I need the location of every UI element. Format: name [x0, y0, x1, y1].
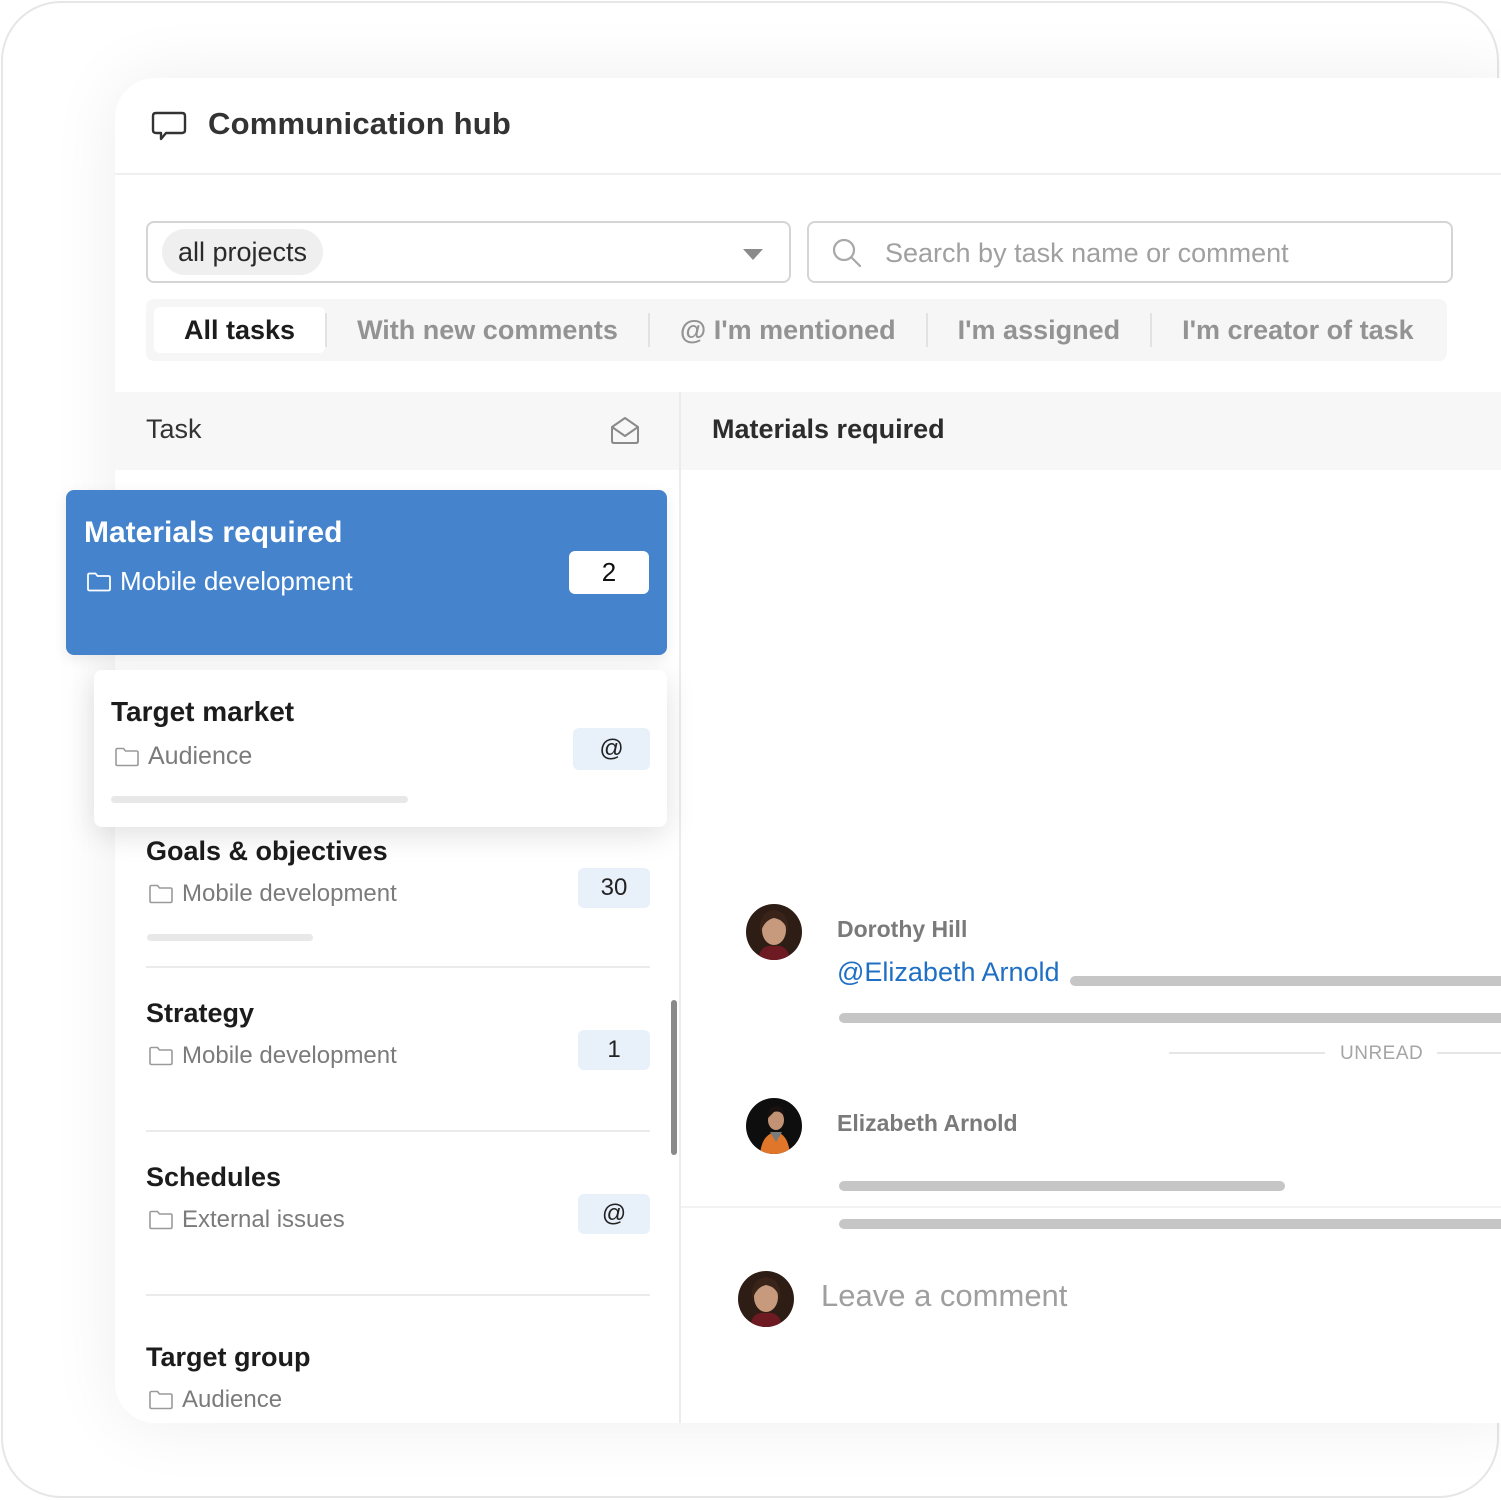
detail-title: Materials required — [712, 414, 945, 444]
search-input[interactable] — [885, 231, 1435, 275]
unread-count-badge: 2 — [569, 551, 649, 594]
unread-divider-line — [1169, 1052, 1325, 1054]
task-row-hovered[interactable]: Target market Audience @ — [94, 670, 667, 827]
row-divider — [146, 1130, 650, 1132]
task-title: Goals & objectives — [146, 836, 388, 866]
envelope-open-icon[interactable] — [609, 414, 641, 446]
task-project-name: Mobile development — [182, 1042, 397, 1069]
task-title: Materials required — [84, 516, 343, 549]
comment-text-placeholder — [1070, 976, 1501, 986]
mention-badge: @ — [573, 728, 650, 770]
task-title: Strategy — [146, 998, 255, 1028]
avatar-dorothy-hill — [746, 904, 802, 960]
unread-divider-line — [1437, 1052, 1501, 1054]
task-project: Mobile development — [86, 566, 353, 597]
task-project: Mobile development — [148, 880, 397, 908]
tab-im-assigned[interactable]: I'm assigned — [928, 307, 1150, 353]
task-column-label: Task — [146, 414, 202, 444]
avatar-image — [746, 1098, 802, 1154]
current-user-avatar — [738, 1271, 794, 1327]
task-row[interactable]: Goals & objectives Mobile development 30 — [146, 836, 650, 946]
unread-count-badge: 1 — [578, 1030, 650, 1070]
avatar-image — [738, 1271, 794, 1327]
avatar-image — [746, 904, 802, 960]
folder-icon — [87, 572, 111, 591]
tab-all-tasks[interactable]: All tasks — [154, 307, 326, 353]
chevron-down-icon[interactable] — [743, 249, 763, 260]
task-project-name: Mobile development — [182, 880, 397, 907]
row-divider — [146, 966, 650, 968]
detail-header: Materials required — [681, 392, 1501, 470]
task-project-name: Audience — [182, 1386, 283, 1413]
task-title: Target group — [146, 1342, 311, 1372]
comment-author: Elizabeth Arnold — [837, 1110, 1018, 1136]
comment-footer-divider — [681, 1206, 1501, 1208]
search-icon — [832, 238, 862, 268]
folder-icon — [149, 1046, 173, 1066]
comment-input[interactable] — [821, 1266, 1461, 1326]
comment-text-placeholder — [839, 1013, 1501, 1023]
task-list-scrollbar[interactable] — [671, 1000, 677, 1155]
task-project-name: External issues — [182, 1206, 345, 1233]
task-project: Audience — [114, 742, 252, 771]
folder-icon — [149, 1210, 173, 1230]
task-title: Schedules — [146, 1162, 282, 1192]
task-project-name: Audience — [148, 742, 253, 770]
unread-label: UNREAD — [1340, 1043, 1424, 1064]
task-row-selected[interactable]: Materials required Mobile development 2 — [66, 490, 667, 655]
task-row[interactable]: Strategy Mobile development 1 — [146, 998, 650, 1108]
mention-link[interactable]: @Elizabeth Arnold — [837, 957, 1060, 988]
folder-icon — [115, 747, 139, 766]
placeholder-bar — [147, 934, 313, 941]
search-box[interactable] — [807, 221, 1453, 283]
comment-thread: Dorothy Hill @Elizabeth Arnold UNREAD El… — [681, 470, 1501, 1229]
tab-im-mentioned[interactable]: @ I'm mentioned — [650, 307, 926, 353]
folder-icon — [149, 1390, 173, 1410]
tab-with-new-comments[interactable]: With new comments — [327, 307, 648, 353]
filter-tabs: All tasks With new comments @ I'm mentio… — [146, 299, 1447, 361]
task-column-header: Task — [115, 392, 680, 470]
project-chip[interactable]: all projects — [162, 229, 324, 275]
tab-im-creator[interactable]: I'm creator of task — [1152, 307, 1444, 353]
comment-author: Dorothy Hill — [837, 916, 968, 942]
avatar-elizabeth-arnold — [746, 1098, 802, 1154]
placeholder-bar — [111, 796, 408, 803]
task-project: Audience — [148, 1386, 282, 1414]
comment-text-placeholder — [839, 1219, 1501, 1229]
comment-text-placeholder — [839, 1181, 1285, 1191]
folder-icon — [149, 884, 173, 904]
task-project: Mobile development — [148, 1042, 397, 1070]
project-select[interactable]: all projects — [146, 221, 791, 283]
task-project-name: Mobile development — [120, 566, 353, 596]
unread-count-badge: 30 — [578, 868, 650, 908]
task-row[interactable]: Target group Audience — [146, 1342, 650, 1422]
task-project: External issues — [148, 1206, 345, 1234]
task-row[interactable]: Schedules External issues @ — [146, 1162, 650, 1272]
row-divider — [146, 1294, 650, 1296]
page-title: Communication hub — [208, 106, 512, 141]
page-header: Communication hub — [115, 78, 1501, 175]
speech-bubble-icon — [151, 111, 187, 141]
task-title: Target market — [111, 696, 295, 727]
mention-badge: @ — [578, 1194, 650, 1234]
